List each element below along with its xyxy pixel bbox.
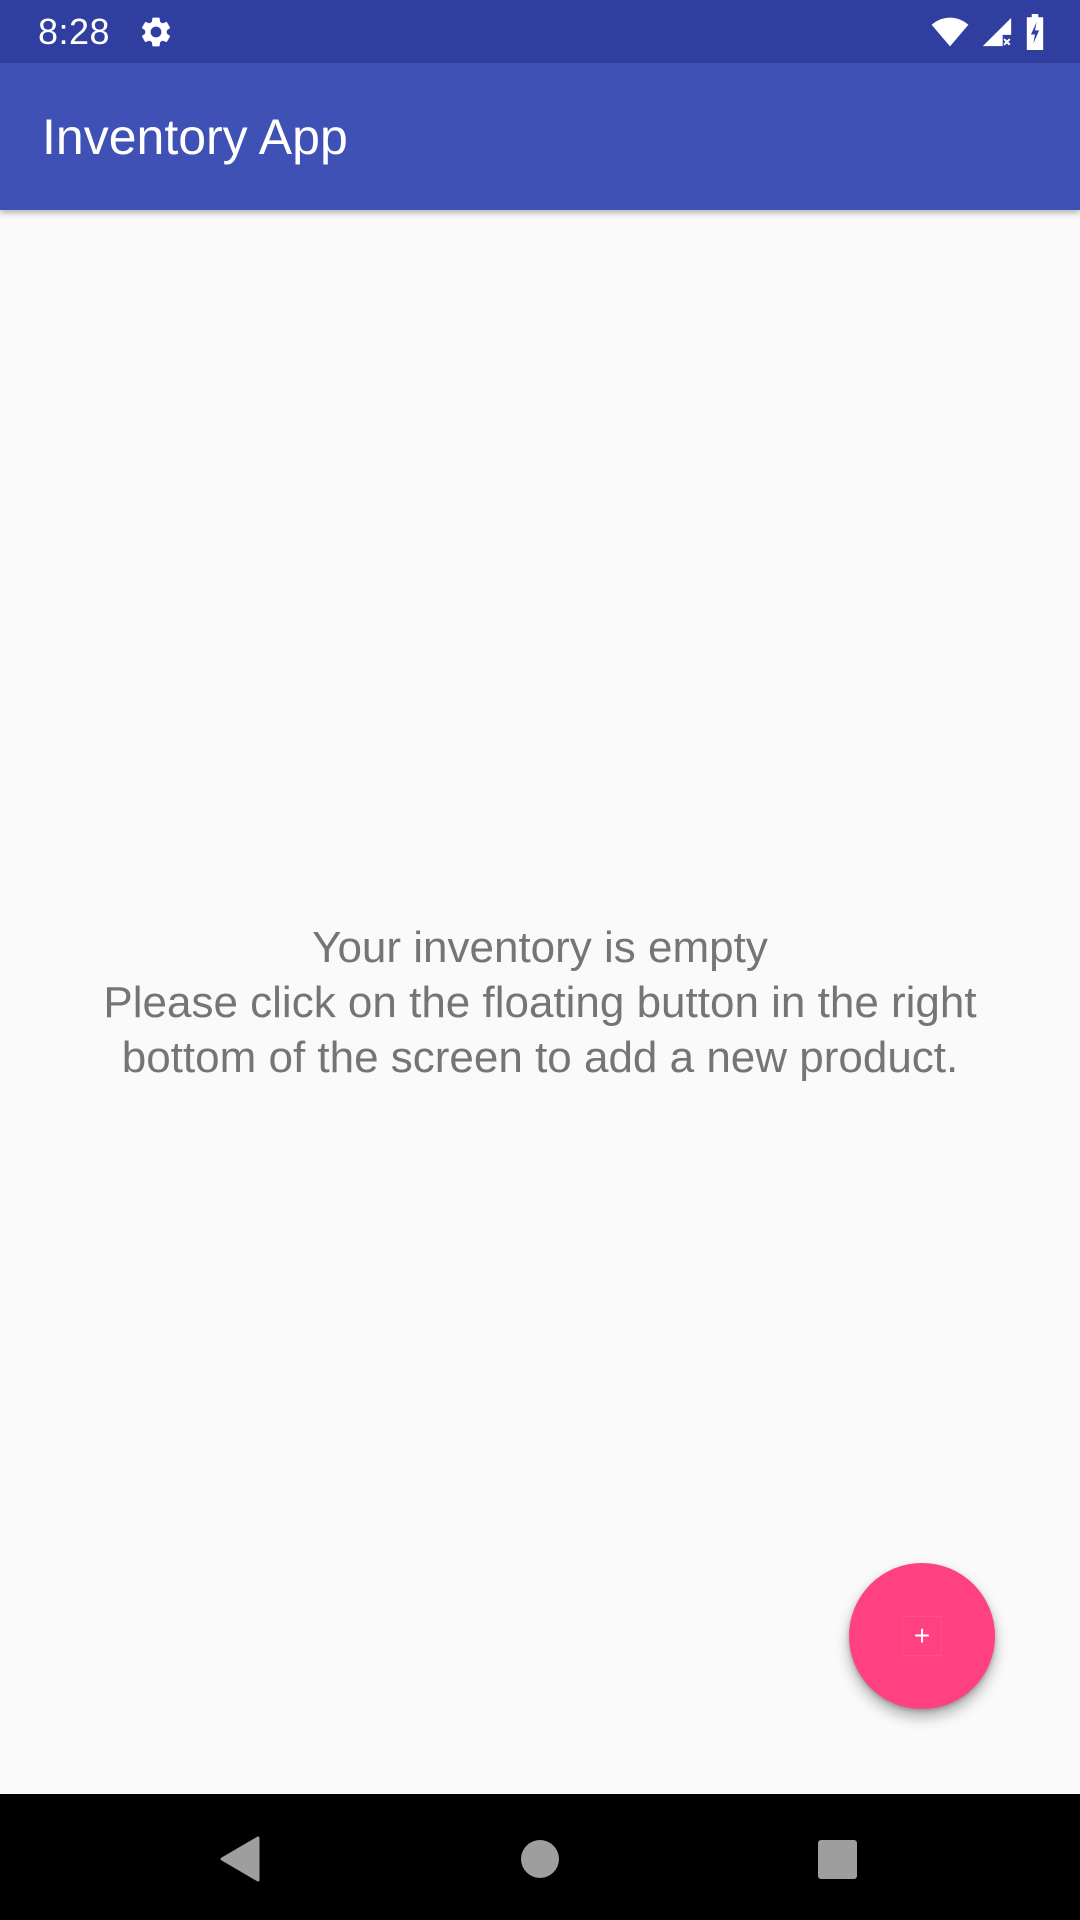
add-product-fab[interactable]: + (849, 1563, 995, 1709)
plus-icon: + (902, 1616, 942, 1656)
status-time: 8:28 (38, 11, 111, 52)
back-icon[interactable] (218, 1836, 260, 1882)
empty-state-instruction-line2: bottom of the screen to add a new produc… (121, 1033, 959, 1082)
status-icons (930, 13, 1046, 51)
settings-gear-icon (141, 17, 171, 47)
signal-icon (982, 17, 1012, 47)
battery-icon (1026, 14, 1044, 50)
navigation-bar (0, 1794, 1080, 1920)
home-icon[interactable] (521, 1840, 559, 1878)
app-bar: Inventory App (0, 63, 1080, 210)
app-title: Inventory App (42, 109, 348, 165)
status-bar: 8:28 (0, 0, 1080, 63)
screen: 8:28 Inventory App Your inventory is emp… (0, 0, 1080, 1920)
empty-state-title: Your inventory is empty (312, 923, 768, 972)
recents-icon[interactable] (818, 1840, 857, 1879)
empty-state-message: Your inventory is empty Please click on … (0, 920, 1080, 1085)
empty-state-instruction-line1: Please click on the floating button in t… (103, 978, 977, 1027)
wifi-icon (931, 17, 969, 47)
